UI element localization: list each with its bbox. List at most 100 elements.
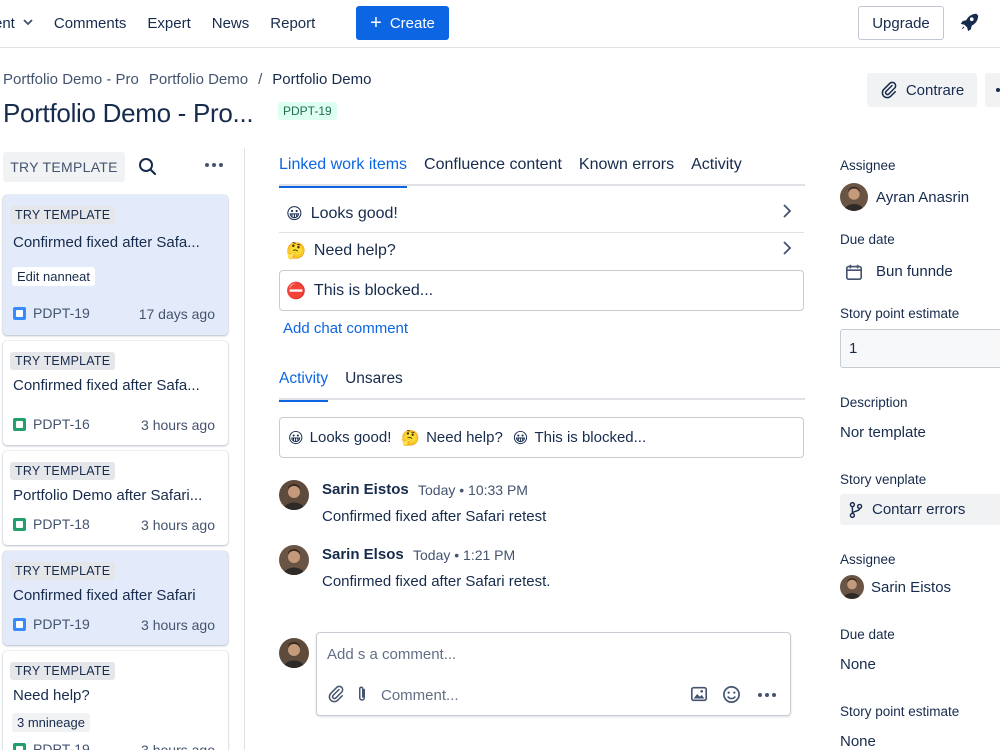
reply-option-blocked[interactable]: ⛔ This is blocked... <box>279 270 804 311</box>
card-key-row: PDPT-16 <box>13 416 90 432</box>
detail-tabs: Linked work items Confluence content Kno… <box>279 156 805 188</box>
tab-activity[interactable]: Activity <box>691 156 742 186</box>
assignee-value[interactable]: Ayran Anasrin <box>876 189 969 206</box>
list-item[interactable]: TRY TEMPLATE Confirmed fixed after Safa.… <box>3 195 228 335</box>
card-timestamp: 3 hours ago <box>141 742 215 750</box>
comment-body: Confirmed fixed after Safari retest. <box>322 573 551 590</box>
card-key: PDPT-19 <box>33 616 90 632</box>
more-icon[interactable] <box>205 163 223 167</box>
card-key: PDPT-19 <box>33 741 90 750</box>
reply-option-need-help[interactable]: 🤔 Need help? <box>279 232 804 269</box>
chevron-right-icon <box>782 241 792 260</box>
card-timestamp: 3 hours ago <box>141 617 215 633</box>
try-template-button[interactable]: TRY TEMPLATE <box>3 152 125 182</box>
story-point-label: Story point estimate <box>840 306 960 321</box>
breadcrumb-current[interactable]: Portfolio Demo <box>272 71 371 88</box>
search-icon[interactable] <box>138 157 158 180</box>
tab-unsares[interactable]: Unsares <box>345 370 403 400</box>
thinking-emoji-icon: 🤔 <box>401 429 421 447</box>
issue-key-badge: PDPT-19 <box>278 102 337 120</box>
emoji-icon[interactable] <box>722 685 741 707</box>
nav-item-projects[interactable]: ent <box>0 15 33 32</box>
avatar[interactable] <box>279 545 309 575</box>
template-tag: TRY TEMPLATE <box>10 206 116 224</box>
tab-confluence-content[interactable]: Confluence content <box>424 156 562 186</box>
breadcrumb-item[interactable]: Portfolio Demo <box>149 71 248 88</box>
card-title: Confirmed fixed after Safa... <box>13 377 200 394</box>
top-navigation: ent Comments Expert News Report <box>0 0 1000 48</box>
comment-body: Confirmed fixed after Safari retest <box>322 508 547 525</box>
more-actions-button[interactable] <box>985 73 1000 107</box>
nav-item-comments[interactable]: Comments <box>54 15 127 32</box>
story-icon <box>13 306 26 320</box>
nav-item-report[interactable]: Report <box>270 15 315 32</box>
card-title: Confirmed fixed after Safa... <box>13 234 200 251</box>
template-tag: TRY TEMPLATE <box>10 562 116 580</box>
smile-emoji-icon: 😀 <box>286 205 303 223</box>
list-item[interactable]: TRY TEMPLATE Confirmed fixed after Safar… <box>3 551 228 645</box>
due-date-value[interactable]: None <box>840 656 876 673</box>
quick-reply-need-help[interactable]: Need help? <box>426 429 503 446</box>
comment-input-placeholder[interactable]: Add s a comment... <box>327 646 456 663</box>
comment-author[interactable]: Sarin Eistos <box>322 481 409 498</box>
attachment-icon[interactable] <box>327 685 345 706</box>
smile-emoji-icon: 😀 <box>288 429 304 447</box>
card-timestamp: 17 days ago <box>138 306 215 322</box>
panel-divider <box>244 148 245 750</box>
smile-emoji-icon: 😀 <box>512 429 529 447</box>
avatar[interactable] <box>840 575 864 599</box>
chevron-right-icon <box>782 204 792 223</box>
assignee-label: Assignee <box>840 552 896 567</box>
assignee-label: Assignee <box>840 158 896 173</box>
card-key-row: PDPT-18 <box>13 516 90 532</box>
comment-author[interactable]: Sarin Elsos <box>322 546 404 563</box>
thinking-emoji-icon: 🤔 <box>286 242 306 260</box>
reply-label: Need help? <box>313 241 396 259</box>
card-key-row: PDPT-19 <box>13 741 90 750</box>
avatar[interactable] <box>279 480 309 510</box>
reply-option-looks-good[interactable]: 😀 Looks good! <box>279 195 804 232</box>
more-icon[interactable] <box>758 693 776 697</box>
plus-icon: + <box>370 12 382 34</box>
create-button-label: Create <box>389 14 435 32</box>
rocket-icon[interactable] <box>958 11 980 33</box>
story-icon <box>13 617 26 631</box>
due-date-value[interactable]: Bun funnde <box>876 263 953 280</box>
comment-editor[interactable]: Add s a comment... Comment... <box>316 632 791 716</box>
create-button[interactable]: + Create <box>356 6 449 40</box>
story-point-input[interactable]: 1 <box>840 329 1000 368</box>
due-date-label: Due date <box>840 627 895 642</box>
tab-known-errors[interactable]: Known errors <box>579 156 674 186</box>
assignee-value[interactable]: Sarin Eistos <box>871 579 951 596</box>
avatar[interactable] <box>840 183 868 211</box>
list-item[interactable]: TRY TEMPLATE Portfolio Demo after Safari… <box>3 451 228 545</box>
branch-icon <box>849 501 863 518</box>
tab-linked-work-items[interactable]: Linked work items <box>279 156 408 188</box>
nav-item-news[interactable]: News <box>212 15 250 32</box>
compare-button[interactable]: Contrare <box>867 73 977 107</box>
image-icon[interactable] <box>690 685 708 706</box>
card-title: Portfolio Demo after Safari... <box>13 487 203 504</box>
story-template-label: Story venplate <box>840 472 927 487</box>
nav-item-expert[interactable]: Expert <box>147 15 190 32</box>
story-point-label: Story point estimate <box>840 704 960 719</box>
template-tag: TRY TEMPLATE <box>10 662 116 680</box>
reply-label: This is blocked... <box>313 281 434 299</box>
quick-reply-looks-good[interactable]: Looks good! <box>310 429 392 446</box>
description-value[interactable]: Nor template <box>840 424 926 441</box>
quick-reply-blocked[interactable]: This is blocked... <box>534 429 646 446</box>
story-point-value[interactable]: None <box>840 733 876 750</box>
breadcrumb-item[interactable]: Portfolio Demo - Pro <box>3 71 139 88</box>
card-title: Need help? <box>13 687 90 704</box>
compare-button-label: Contrare <box>905 81 965 99</box>
branch-button[interactable]: Contarr errors <box>840 494 1000 525</box>
card-timestamp: 3 hours ago <box>141 417 215 433</box>
add-chat-comment-link[interactable]: Add chat comment <box>283 320 408 337</box>
tab-activity[interactable]: Activity <box>279 370 329 402</box>
list-item[interactable]: TRY TEMPLATE Need help? 3 mnineage PDPT-… <box>3 651 228 750</box>
upgrade-button[interactable]: Upgrade <box>858 6 944 40</box>
page-title: Portfolio Demo - Pro... <box>3 98 254 128</box>
list-item[interactable]: TRY TEMPLATE Confirmed fixed after Safa.… <box>3 341 228 445</box>
paperclip-icon[interactable] <box>355 685 369 706</box>
calendar-icon <box>845 263 863 284</box>
